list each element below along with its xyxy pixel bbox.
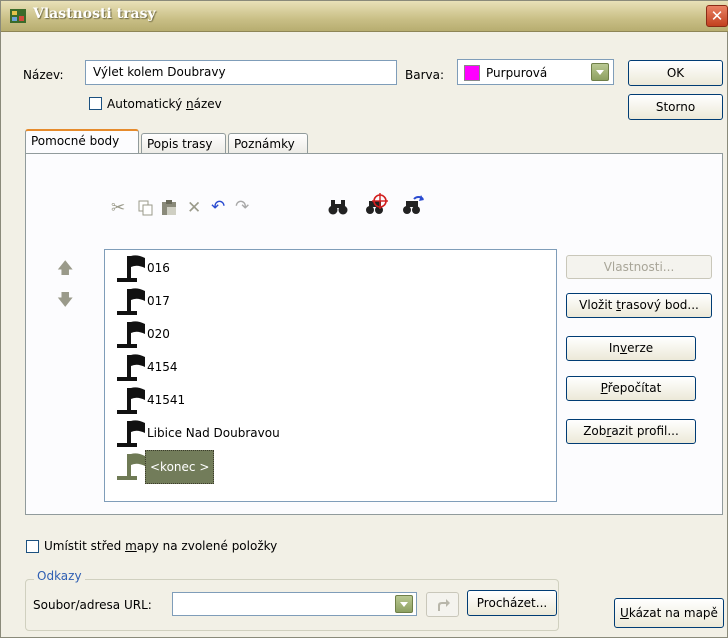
color-label: Barva: [405,68,445,82]
waypoint-label: <konec > [145,450,215,484]
close-icon: ✕ [710,7,724,25]
flag-icon [117,321,145,348]
find-on-map-icon[interactable] [364,193,388,217]
invert-button[interactable]: Inverze [566,336,696,361]
auto-name-checkbox[interactable] [89,97,102,110]
delete-icon[interactable]: ✕ [187,198,201,218]
center-map-label: Umístit střed mapy na zvolené položky [44,539,278,553]
ok-button[interactable]: OK [628,60,723,86]
flag-icon [117,288,145,315]
find-icon[interactable] [328,198,348,216]
flag-icon [117,354,145,381]
close-button[interactable]: ✕ [706,5,728,27]
url-label: Soubor/adresa URL: [33,598,152,612]
color-select[interactable]: Purpurová [457,59,614,85]
auto-name-label: Automatický název [107,97,222,111]
waypoint-label: 4154 [147,360,178,374]
waypoint-label: 41541 [147,393,186,407]
waypoint-list[interactable]: 016 017 020 4154 41541 Libice Nad Doubra… [104,249,557,502]
flag-icon [117,420,145,447]
insert-waypoint-button[interactable]: Vložit trasový bod... [566,293,712,318]
properties-button[interactable]: Vlastnosti... [566,255,712,279]
url-input[interactable] [172,592,417,616]
flag-end-icon [117,453,145,480]
tab-notes[interactable]: Poznámky [228,133,308,154]
name-input[interactable]: Výlet kolem Doubravy [85,60,397,85]
waypoint-label: 016 [147,261,170,275]
tab-route-description[interactable]: Popis trasy [141,133,226,154]
flag-icon [117,255,145,282]
move-down-icon[interactable]: 🡇 [57,289,73,316]
tab-waypoints[interactable]: Pomocné body [25,129,139,153]
show-on-map-button[interactable]: Ukázat na mapě [614,598,724,628]
paste-icon[interactable] [161,199,178,216]
show-profile-button[interactable]: Zobrazit profil... [566,419,696,444]
cancel-button[interactable]: Storno [628,94,723,120]
route-properties-dialog: Vlastnosti trasy ✕ Název: Výlet kolem Do… [0,0,728,638]
cut-icon[interactable]: ✂ [111,198,125,218]
waypoint-label: 017 [147,294,170,308]
chevron-down-icon[interactable] [591,63,609,81]
window-title: Vlastnosti trasy [33,6,156,22]
waypoint-label: Libice Nad Doubravou [147,426,280,440]
browse-button[interactable]: Procházet... [467,590,557,616]
center-map-checkbox[interactable] [26,540,39,553]
open-link-button[interactable] [426,592,459,617]
waypoint-label: 020 [147,327,170,341]
recalculate-button[interactable]: Přepočítat [566,376,696,401]
move-up-icon[interactable]: 🡅 [57,257,73,284]
chevron-down-icon[interactable] [395,595,413,613]
color-value: Purpurová [486,66,548,80]
color-swatch [464,65,480,81]
go-arrow-icon [437,599,450,611]
redo-icon[interactable]: ↷ [235,197,249,217]
copy-icon[interactable] [138,200,154,216]
flag-icon [117,387,145,414]
find-next-icon[interactable] [401,193,425,217]
undo-icon[interactable]: ↶ [211,197,225,217]
route-app-icon [10,9,26,23]
title-bar[interactable]: Vlastnosti trasy ✕ [1,1,728,32]
links-group-title: Odkazy [34,569,85,583]
name-label: Název: [23,68,64,82]
